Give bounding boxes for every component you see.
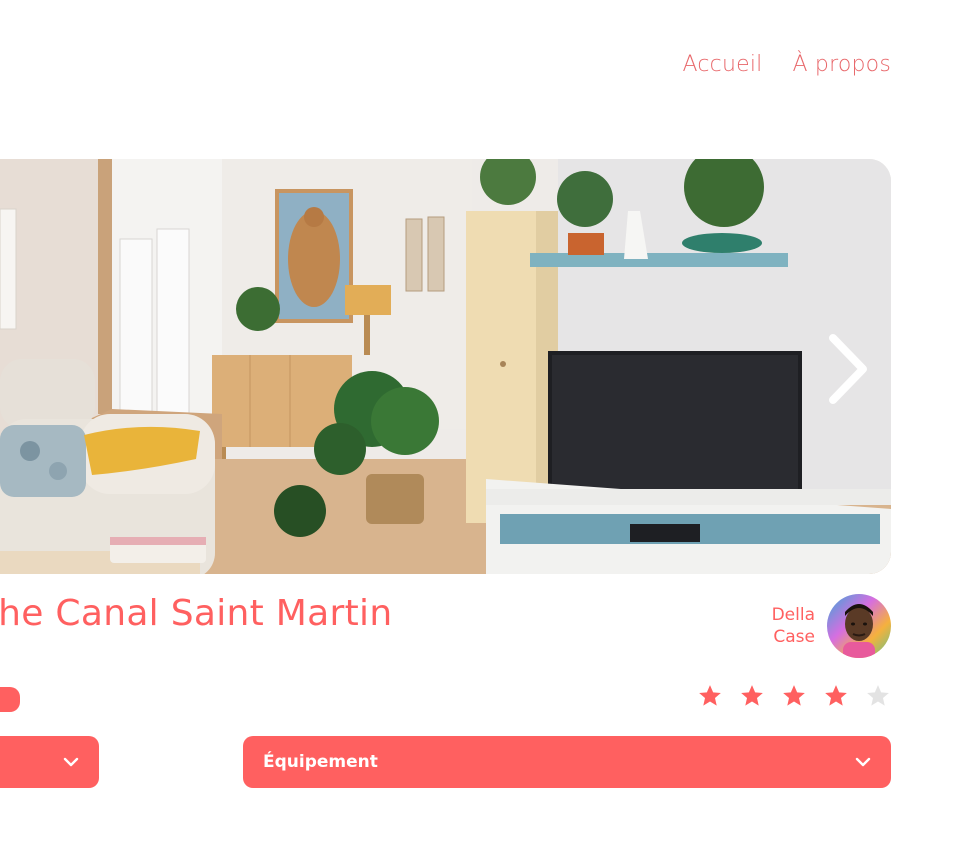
chevron-down-icon xyxy=(855,754,871,770)
collapse-description[interactable] xyxy=(0,736,99,788)
nav-link-home[interactable]: Accueil xyxy=(683,52,763,77)
nav-link-about[interactable]: À propos xyxy=(792,52,891,77)
carousel xyxy=(0,159,891,574)
chevron-down-icon xyxy=(63,754,79,770)
star-icon xyxy=(867,685,889,706)
avatar xyxy=(827,594,891,658)
main-nav: Accueil À propos xyxy=(683,52,892,77)
star-icon xyxy=(783,685,805,706)
listing-photo xyxy=(0,159,891,574)
host-name: Della Case xyxy=(772,604,815,648)
rating xyxy=(697,683,891,709)
star-icon xyxy=(825,685,847,706)
host: Della Case xyxy=(772,594,891,658)
host-first-name: Della xyxy=(771,605,815,625)
listing-title: che Canal Saint Martin xyxy=(0,593,393,634)
carousel-next-button[interactable] xyxy=(823,329,873,409)
collapse-equipment[interactable]: Équipement xyxy=(243,736,891,788)
chevron-right-icon xyxy=(829,334,867,404)
page: Accueil À propos che Canal Saint Martin … xyxy=(0,0,955,857)
host-photo xyxy=(827,594,891,658)
host-last-name: Case xyxy=(773,627,815,647)
collapse-equipment-label: Équipement xyxy=(263,752,378,772)
star-icon xyxy=(741,685,763,706)
star-icon xyxy=(699,685,721,706)
listing-tag xyxy=(0,687,20,712)
